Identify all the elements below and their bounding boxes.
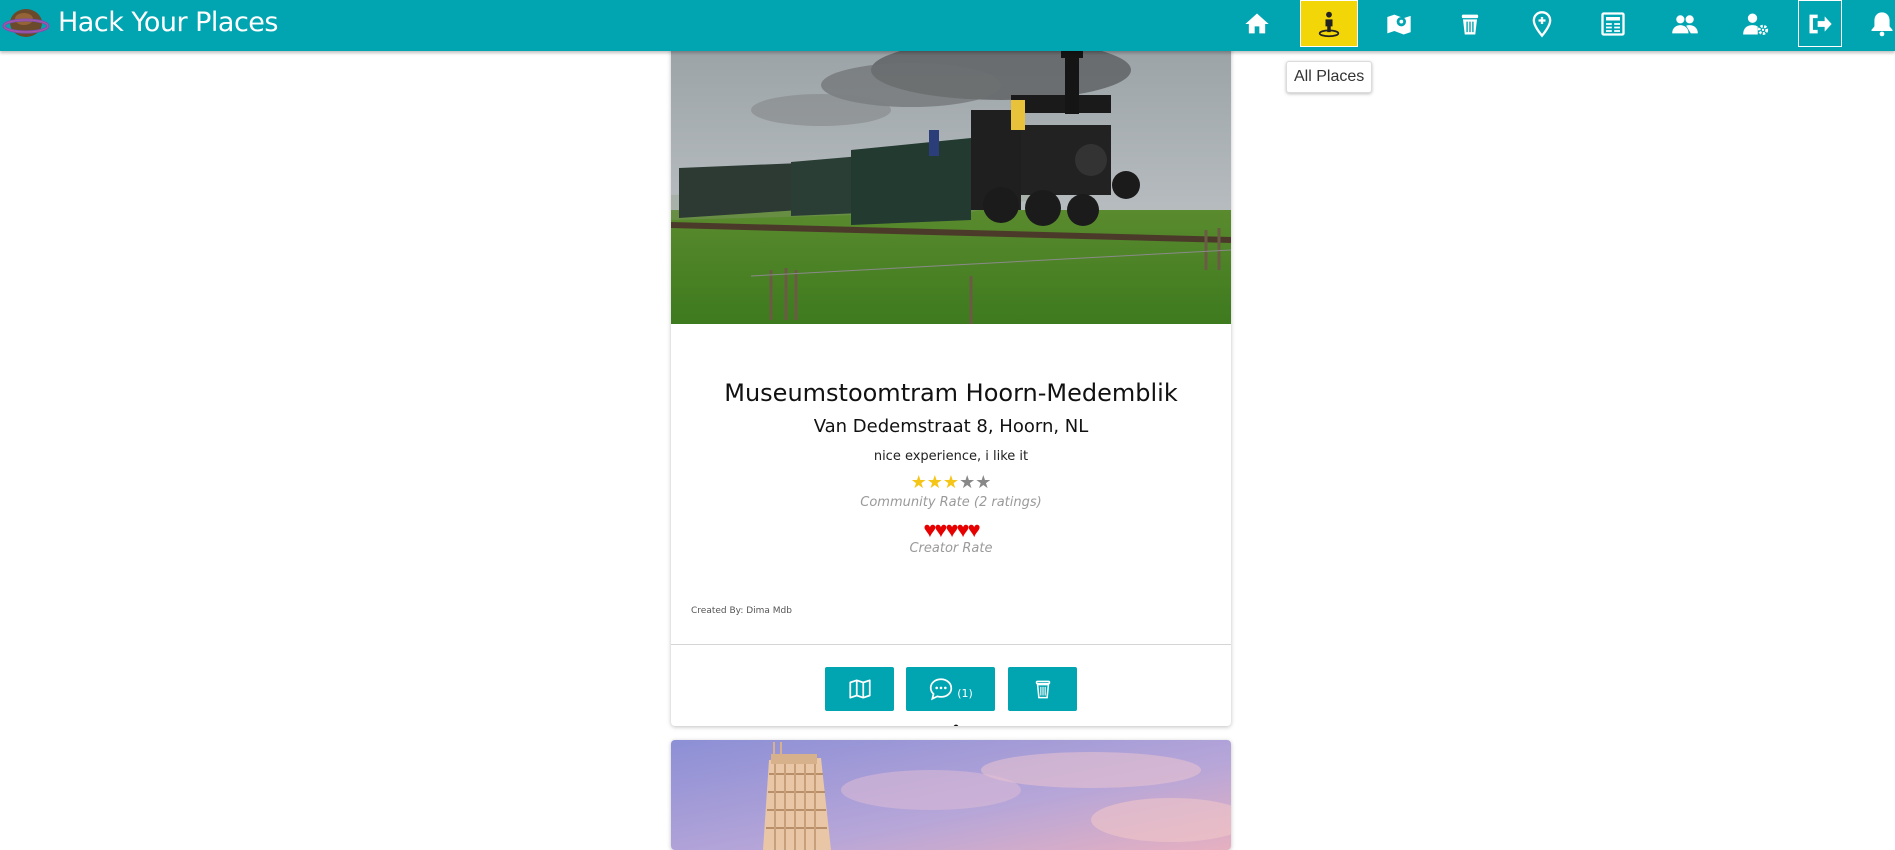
- nav-add-place[interactable]: [1513, 0, 1571, 48]
- comment-count: (1): [957, 686, 973, 700]
- card-divider: [671, 644, 1231, 645]
- place-image: [671, 740, 1231, 850]
- community-rate-label: Community Rate (2 ratings): [860, 495, 1042, 510]
- map-pin-icon: [1387, 14, 1411, 35]
- share-icon[interactable]: [941, 723, 961, 726]
- trash-can-icon: [1035, 680, 1050, 699]
- place-address: Van Dedemstraat 8, Hoorn, NL: [813, 416, 1089, 437]
- comment-icon: [930, 678, 953, 701]
- place-description: nice experience, i like it: [873, 449, 1029, 464]
- brand[interactable]: Hack Your Places: [2, 0, 278, 44]
- star-filled-icon: ★: [926, 472, 943, 492]
- newspaper-icon: [1601, 12, 1625, 36]
- creator-rate-label: Creator Rate: [909, 541, 993, 556]
- star-empty-icon: ★: [975, 472, 992, 492]
- nav-my-places[interactable]: [1300, 0, 1358, 47]
- nav-home[interactable]: [1228, 0, 1286, 48]
- place-title: Museumstoomtram Hoorn-Medemblik: [724, 379, 1178, 407]
- place-card: [671, 740, 1231, 850]
- planet-logo-icon: [2, 9, 50, 37]
- add-location-icon: [1532, 11, 1552, 38]
- nav-news[interactable]: [1584, 0, 1642, 48]
- star-filled-icon: ★: [910, 472, 927, 492]
- nav-notifications[interactable]: [1853, 0, 1895, 48]
- top-navbar: Hack Your Places: [0, 0, 1895, 51]
- show-on-map-button[interactable]: [825, 667, 894, 711]
- users-icon: [1672, 15, 1698, 34]
- star-filled-icon: ★: [942, 472, 960, 492]
- home-icon: [1245, 13, 1269, 34]
- logout-icon: [1809, 14, 1832, 33]
- heart-icon: ♥: [945, 517, 958, 542]
- heart-icon: ♥: [967, 517, 981, 542]
- creator-rating-hearts: ♥♥♥♥♥: [671, 517, 1231, 543]
- bell-icon: [1871, 12, 1893, 37]
- delete-place-button[interactable]: [1008, 667, 1077, 711]
- nav-users[interactable]: [1656, 0, 1714, 48]
- comments-button[interactable]: (1): [906, 667, 995, 711]
- heart-icon: ♥: [956, 517, 970, 542]
- map-icon: [848, 679, 871, 699]
- heart-icon: ♥: [923, 517, 936, 542]
- heart-icon: ♥: [934, 517, 947, 542]
- place-image: [671, 40, 1231, 324]
- nav-trash[interactable]: [1441, 0, 1499, 48]
- trash-can-icon: [1461, 14, 1479, 35]
- created-by-text: Created By: Dima Mdb: [691, 606, 792, 616]
- nav-logout[interactable]: [1798, 0, 1842, 47]
- nav-map[interactable]: [1370, 0, 1428, 48]
- app-title: Hack Your Places: [58, 6, 278, 38]
- community-rating-stars: ★★★★★: [671, 472, 1231, 493]
- user-settings-icon: [1743, 13, 1769, 35]
- all-places-filter[interactable]: All Places: [1286, 61, 1373, 93]
- nav-user-settings[interactable]: [1727, 0, 1785, 48]
- person-pin-icon: [1318, 11, 1340, 37]
- place-card: Museumstoomtram Hoorn-Medemblik Van Dede…: [671, 40, 1231, 726]
- star-empty-icon: ★: [959, 472, 976, 492]
